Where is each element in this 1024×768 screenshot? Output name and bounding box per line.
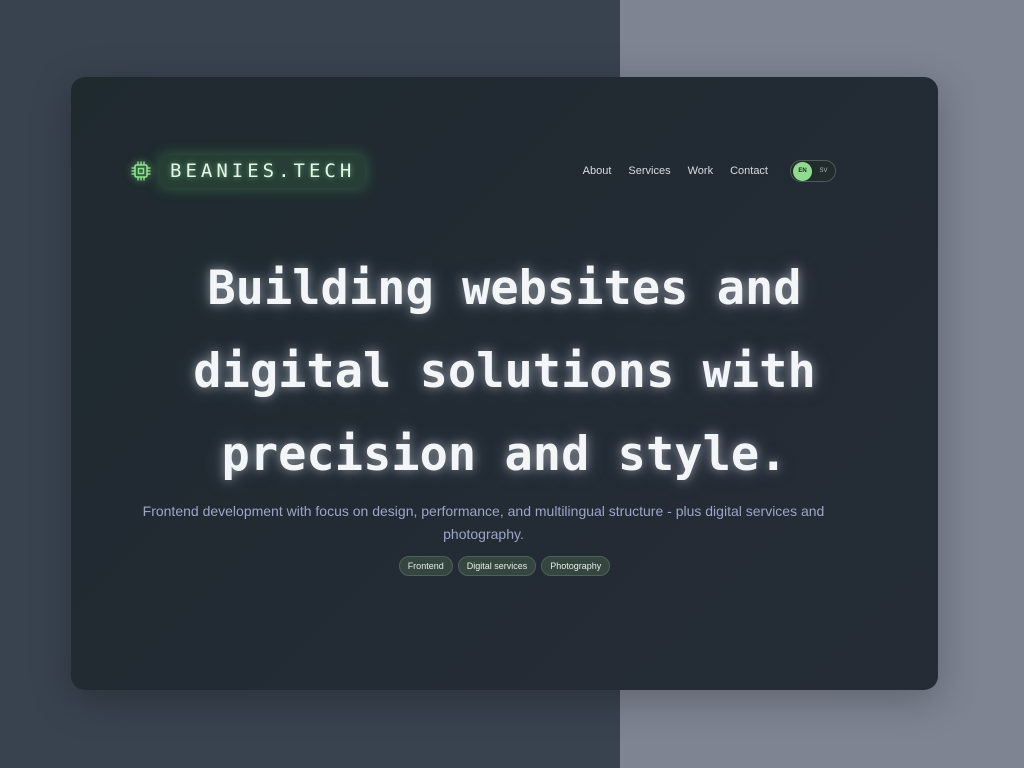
headline-line-1: Building websites and xyxy=(207,261,802,316)
nav-link-about[interactable]: About xyxy=(583,165,612,177)
tag-frontend: Frontend xyxy=(398,556,453,576)
tag-list: Frontend Digital services Photography xyxy=(71,556,938,576)
lang-option-sv[interactable]: SV xyxy=(815,168,832,174)
hero-subtitle: Frontend development with focus on desig… xyxy=(142,503,825,542)
tag-photography: Photography xyxy=(541,556,611,576)
nav-link-contact[interactable]: Contact xyxy=(730,165,768,177)
language-toggle[interactable]: EN SV xyxy=(790,160,836,182)
nav-link-work[interactable]: Work xyxy=(688,165,713,177)
main-nav: About Services Work Contact EN SV xyxy=(583,160,836,182)
nav-link-services[interactable]: Services xyxy=(628,165,670,177)
lang-option-en[interactable]: EN xyxy=(793,161,812,181)
tag-digital-services: Digital services xyxy=(457,556,537,576)
brand-name-box: BEANIES.TECH xyxy=(160,154,366,188)
headline-line-3: precision and style. xyxy=(221,427,788,482)
chip-icon xyxy=(131,161,151,181)
hero-card: BEANIES.TECH About Services Work Contact… xyxy=(71,77,938,690)
hero-headline: Building websites and digital solutions … xyxy=(71,247,938,496)
brand-name: BEANIES.TECH xyxy=(170,160,356,182)
site-header: BEANIES.TECH About Services Work Contact… xyxy=(130,153,836,189)
headline-line-2: digital solutions with xyxy=(193,344,816,399)
brand-logo[interactable]: BEANIES.TECH xyxy=(130,154,366,188)
